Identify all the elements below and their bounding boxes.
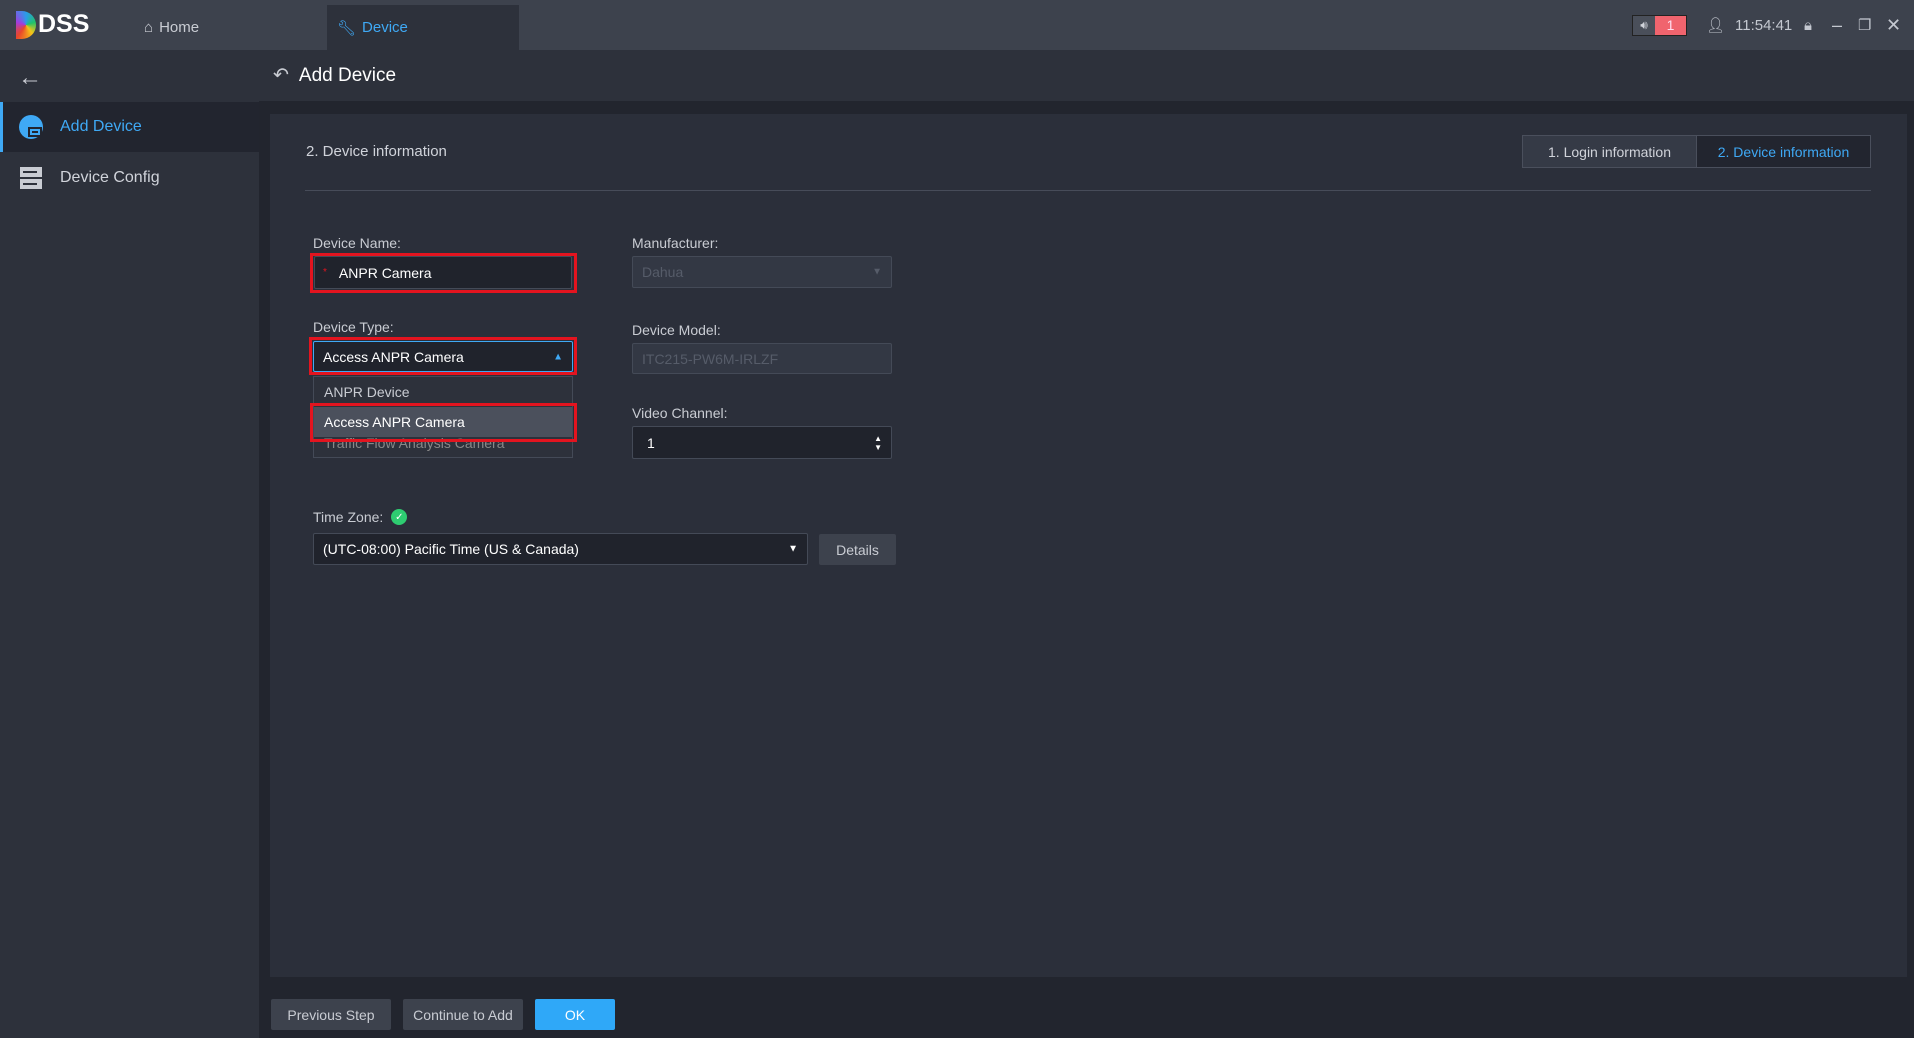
wrench-icon: 🔧︎ — [337, 19, 357, 37]
time-zone-select[interactable]: (UTC-08:00) Pacific Time (US & Canada) ▼ — [313, 533, 808, 565]
dropdown-option-selected[interactable]: Access ANPR Camera — [314, 407, 572, 437]
chevron-up-icon: ▲ — [553, 351, 563, 362]
manufacturer-value: Dahua — [642, 264, 684, 280]
back-arrow-icon[interactable]: ← — [18, 64, 42, 92]
tab-label: Home — [159, 19, 200, 36]
dss-logo: DSS — [16, 10, 89, 39]
step-device-information: 2. Device information — [1697, 136, 1870, 167]
time-zone-value: (UTC-08:00) Pacific Time (US & Canada) — [323, 541, 579, 557]
close-icon[interactable]: ✕ — [1886, 0, 1901, 50]
page-title: Add Device — [298, 64, 397, 86]
step-login-information: 1. Login information — [1523, 136, 1697, 167]
alarm-count: 1 — [1655, 16, 1686, 35]
minimize-icon[interactable]: – — [1832, 0, 1842, 50]
device-name-label: Device Name: — [313, 235, 401, 251]
dropdown-option[interactable]: ANPR Device — [314, 377, 572, 407]
tab-device[interactable]: 🔧︎ Device — [327, 5, 519, 50]
sidebar-item-add-device[interactable]: Add Device — [0, 102, 259, 152]
section-title: 2. Device information — [306, 143, 447, 160]
ok-button[interactable]: OK — [535, 999, 615, 1030]
details-button[interactable]: Details — [819, 534, 896, 565]
user-icon[interactable]: 👤︎ — [1706, 0, 1725, 50]
device-type-label: Device Type: — [313, 319, 394, 335]
video-channel-value: 1 — [647, 434, 655, 451]
continue-to-add-button[interactable]: Continue to Add — [403, 999, 523, 1030]
video-channel-stepper[interactable]: 1 ▲ ▼ — [632, 426, 892, 459]
divider — [305, 190, 1871, 191]
chevron-down-icon: ▼ — [872, 266, 882, 278]
manufacturer-label: Manufacturer: — [632, 235, 719, 251]
device-type-select[interactable]: Access ANPR Camera ▲ — [313, 341, 573, 372]
tab-label: Device — [362, 19, 408, 36]
speaker-icon: 🔊︎ — [1633, 16, 1655, 35]
home-icon: ⌂ — [144, 19, 154, 36]
chevron-down-icon: ▼ — [788, 543, 798, 555]
device-type-value: Access ANPR Camera — [323, 348, 464, 365]
tab-home[interactable]: ⌂ Home — [144, 5, 199, 50]
check-circle-icon: ✓ — [391, 509, 408, 525]
device-config-icon — [18, 165, 44, 191]
manufacturer-select[interactable]: Dahua ▼ — [632, 256, 892, 288]
lock-icon[interactable]: 🔒︎ — [1804, 0, 1812, 50]
top-bar: DSS ⌂ Home 🔧︎ Device 🔊︎ 1 👤︎ 11:54:41 🔒︎ – … — [0, 0, 1914, 50]
sidebar-item-label: Device Config — [60, 169, 160, 186]
stepper-arrows-icon[interactable]: ▲ ▼ — [874, 434, 882, 452]
device-name-value: ANPR Camera — [338, 264, 432, 281]
video-channel-label: Video Channel: — [632, 405, 728, 421]
step-indicator: 1. Login information 2. Device informati… — [1522, 135, 1871, 168]
device-name-input[interactable]: * ANPR Camera — [314, 256, 572, 289]
sidebar-item-label: Add Device — [60, 118, 142, 135]
required-mark: * — [323, 267, 327, 278]
previous-step-button[interactable]: Previous Step — [271, 999, 391, 1030]
sidebar-item-device-config[interactable]: Device Config — [0, 153, 259, 203]
device-model-input[interactable]: ITC215-PW6M-IRLZF — [632, 343, 892, 374]
device-type-dropdown: ANPR Device Traffic Flow Analysis Camera… — [313, 376, 573, 458]
device-model-label: Device Model: — [632, 322, 721, 338]
page-header: ↶ Add Device — [259, 50, 1914, 101]
restore-icon[interactable]: ❐ — [1858, 0, 1871, 50]
clock: 11:54:41 — [1735, 16, 1793, 34]
alarm-indicator[interactable]: 🔊︎ 1 — [1632, 15, 1687, 36]
time-zone-label: Time Zone: — [313, 509, 384, 525]
add-device-icon — [18, 114, 44, 140]
undo-back-icon[interactable]: ↶ — [273, 64, 289, 87]
time-zone-label-row: Time Zone: ✓ — [313, 509, 408, 525]
